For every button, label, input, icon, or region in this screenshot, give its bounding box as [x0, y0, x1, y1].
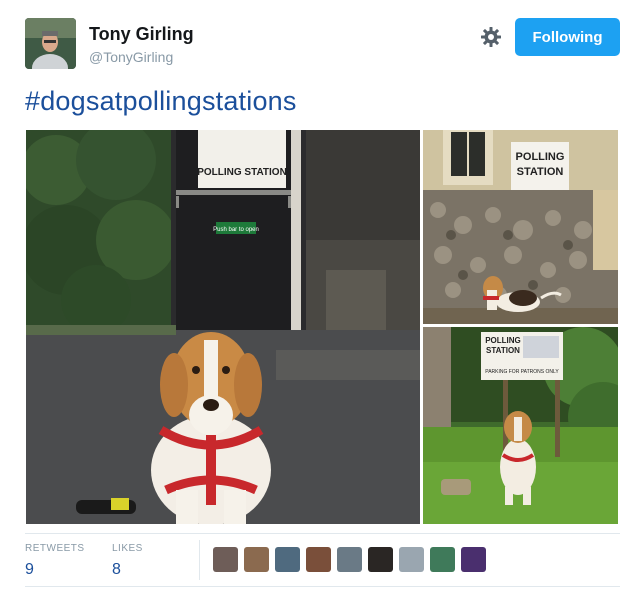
liker-avatar[interactable] [337, 547, 362, 572]
display-name[interactable]: Tony Girling [89, 24, 194, 45]
retweets-label: RETWEETS [25, 543, 85, 554]
liker-avatar[interactable] [461, 547, 486, 572]
gear-icon[interactable] [480, 26, 502, 48]
tweet-photo-bottom-right[interactable]: POLLING STATION PARKING FOR PATRONS ONLY [423, 327, 618, 524]
svg-text:PARKING FOR PATRONS ONLY: PARKING FOR PATRONS ONLY [485, 369, 559, 375]
liker-avatar[interactable] [430, 547, 455, 572]
liker-avatar[interactable] [275, 547, 300, 572]
user-handle[interactable]: @TonyGirling [89, 49, 173, 65]
tweet-photo-main[interactable]: Push bar to open POLLING STATION [26, 130, 420, 524]
svg-text:STATION: STATION [517, 166, 564, 178]
tweet-photo-top-right[interactable]: POLLING STATION [423, 130, 618, 324]
liker-avatar[interactable] [244, 547, 269, 572]
liker-avatar[interactable] [368, 547, 393, 572]
liker-avatar[interactable] [399, 547, 424, 572]
following-button[interactable]: Following [515, 18, 620, 56]
stats-divider-top [25, 533, 620, 534]
svg-text:Push bar to open: Push bar to open [213, 227, 259, 233]
liker-avatar[interactable] [306, 547, 331, 572]
svg-text:POLLING STATION: POLLING STATION [197, 167, 287, 178]
stats-divider-bottom [25, 586, 620, 587]
likes-count[interactable]: 8 [112, 561, 121, 579]
stats-separator [199, 540, 200, 580]
profile-avatar[interactable] [25, 18, 76, 69]
svg-text:POLLING: POLLING [516, 151, 565, 163]
liker-avatar[interactable] [213, 547, 238, 572]
tweet-hashtag[interactable]: #dogsatpollingstations [25, 86, 297, 117]
svg-text:POLLING: POLLING [485, 336, 521, 345]
likes-label: LIKES [112, 543, 143, 554]
svg-text:STATION: STATION [486, 346, 520, 355]
retweets-count[interactable]: 9 [25, 561, 34, 579]
